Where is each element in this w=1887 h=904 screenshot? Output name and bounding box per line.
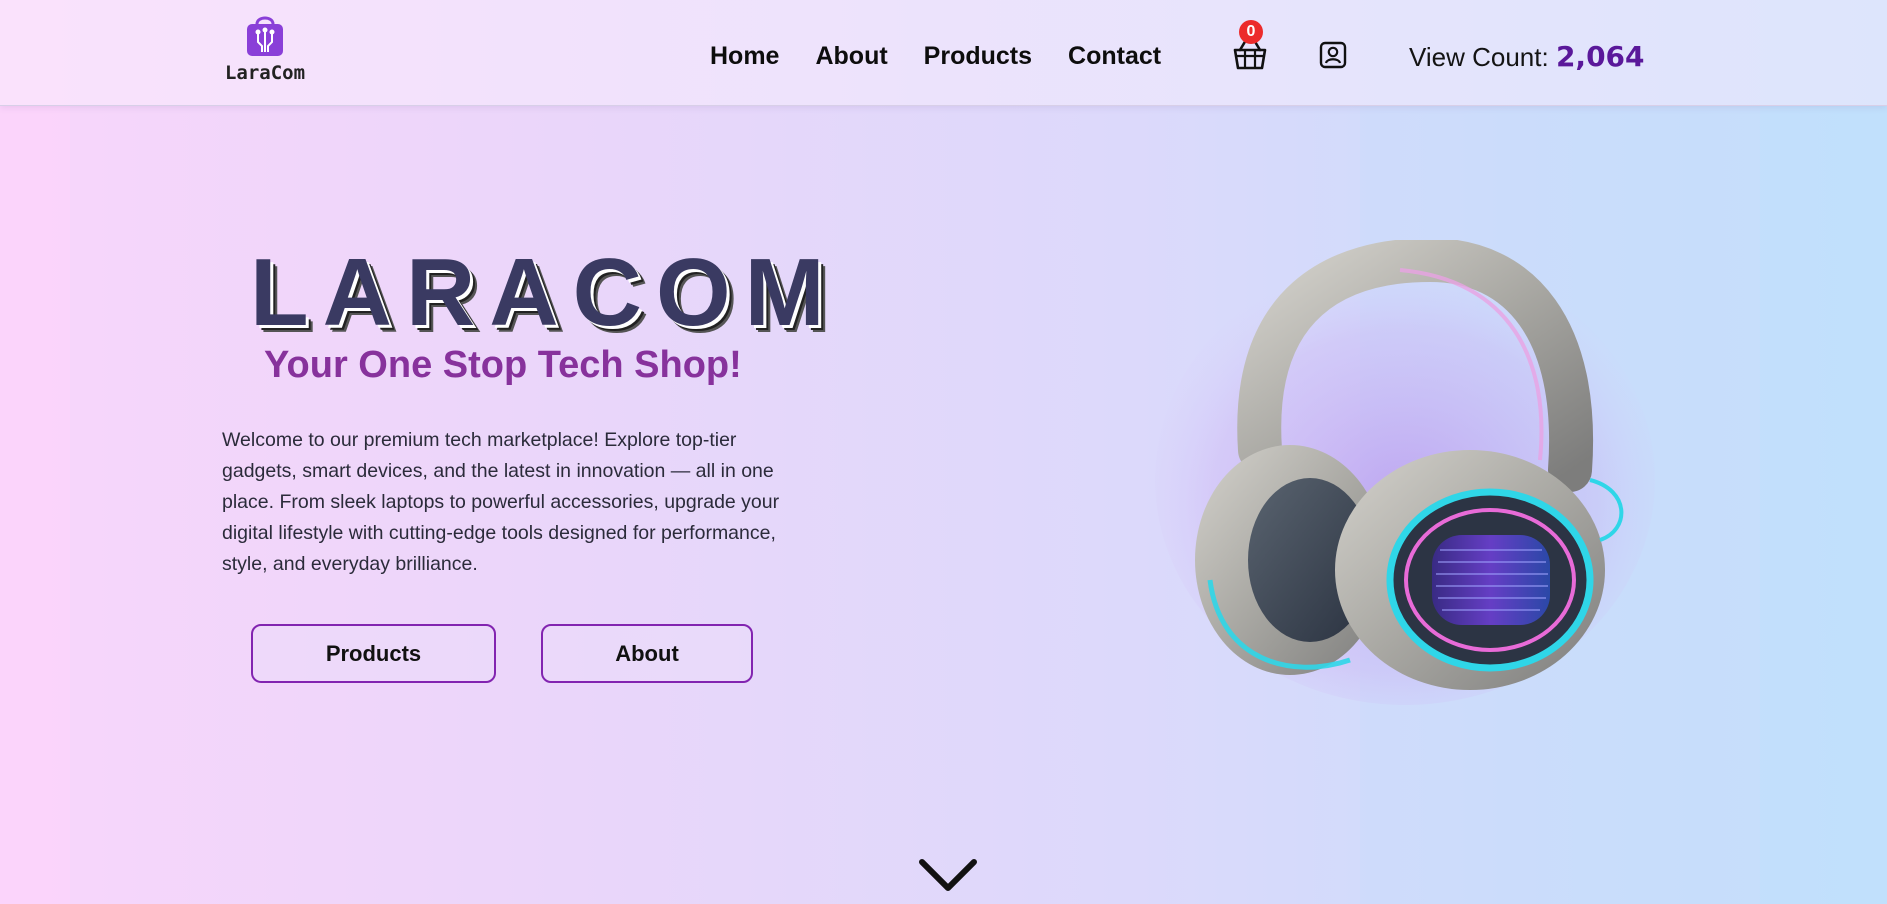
headphones-image: [1155, 240, 1655, 705]
view-count-label: View Count:: [1409, 42, 1549, 72]
nav-products[interactable]: Products: [924, 42, 1032, 71]
brand-name: LaraCom: [224, 62, 306, 84]
cart-count-badge: 0: [1239, 20, 1263, 44]
background-band-edge: [1760, 0, 1887, 904]
view-count-value: 2,064: [1555, 40, 1645, 73]
shopping-bag-circuit-icon: [247, 16, 283, 56]
hero-subtitle: Your One Stop Tech Shop!: [264, 344, 742, 386]
products-button[interactable]: Products: [251, 624, 496, 683]
about-button[interactable]: About: [541, 624, 753, 683]
main-nav: Home About Products Contact: [710, 42, 1197, 71]
nav-about[interactable]: About: [815, 42, 887, 71]
hero-title: LARACOM: [250, 239, 839, 346]
site-header: LaraCom Home About Products Contact 0 Vi…: [0, 0, 1887, 106]
view-counter: View Count: 2,064: [1409, 40, 1645, 73]
nav-home[interactable]: Home: [710, 42, 779, 71]
background-band-left: [0, 0, 70, 904]
user-profile-icon[interactable]: [1318, 40, 1348, 70]
nav-contact[interactable]: Contact: [1068, 42, 1161, 71]
brand-logo[interactable]: LaraCom: [222, 12, 308, 84]
hero-description: Welcome to our premium tech marketplace!…: [222, 429, 780, 575]
chevron-down-icon[interactable]: [918, 856, 978, 896]
